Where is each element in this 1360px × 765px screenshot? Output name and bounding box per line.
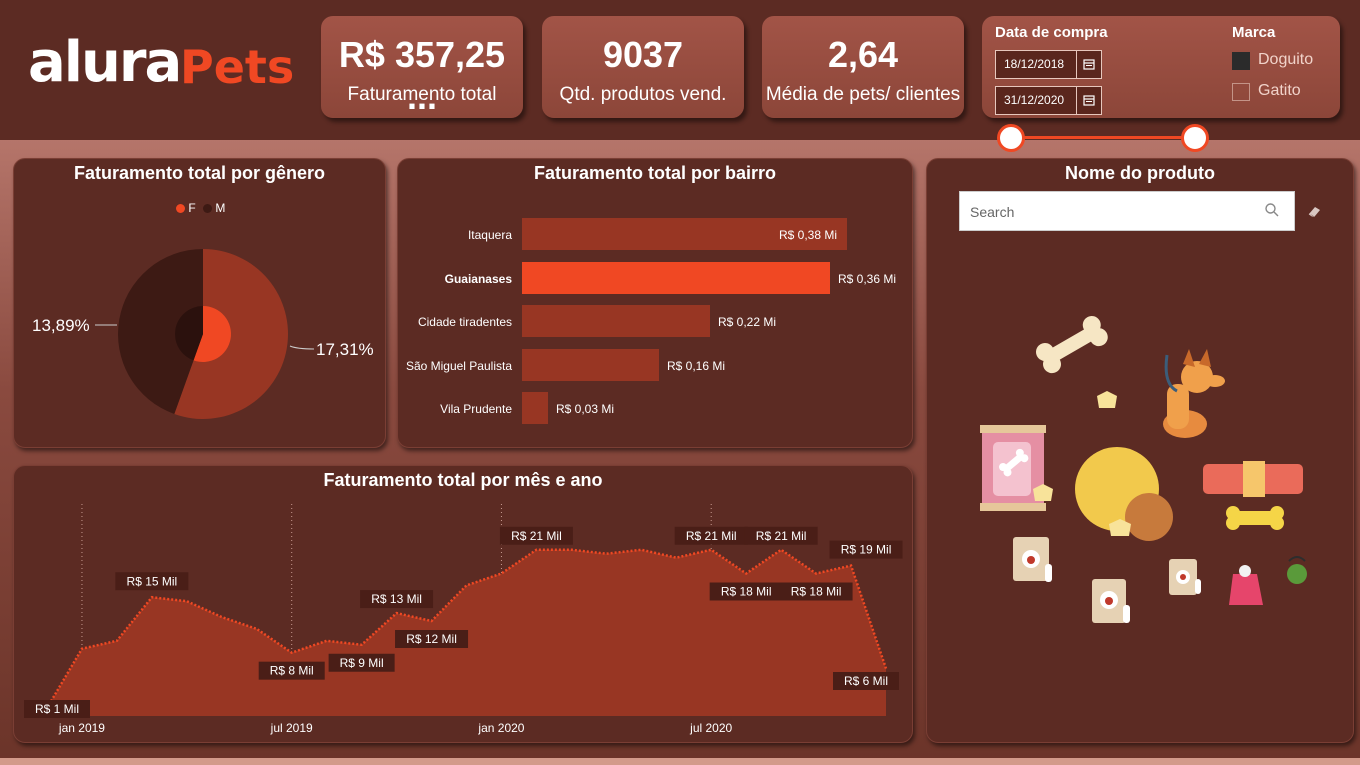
date-start-input[interactable]: 18/12/2018 — [995, 50, 1102, 79]
data-label: R$ 8 Mil — [270, 664, 314, 678]
bone-icon[interactable] — [1033, 313, 1111, 377]
kpi-media-pets: 2,64 Média de pets/ clientes — [762, 16, 964, 118]
bairro-label: Vila Prudente — [440, 402, 512, 416]
kpi-value: 2,64 — [827, 34, 899, 75]
logo-word-alura: alura — [28, 30, 182, 95]
checkbox-gatito-label[interactable]: Gatito — [1258, 82, 1301, 100]
data-label: R$ 1 Mil — [35, 702, 79, 716]
spiky-ball-icon[interactable] — [1075, 447, 1173, 541]
filter-card: Data de compra 18/12/2018 31/12/2020 Mar… — [982, 16, 1340, 118]
gender-chart-card: Faturamento total por gênero F M 13,89% … — [13, 158, 386, 448]
kpi-label: Qtd. produtos vend. — [559, 84, 727, 105]
bairro-bar[interactable] — [522, 349, 659, 381]
checkbox-doguito[interactable] — [1232, 52, 1250, 70]
bairro-label: Guaianases — [444, 272, 512, 286]
calendar-icon[interactable] — [1076, 51, 1101, 78]
bairro-bar[interactable] — [522, 392, 548, 424]
bairro-value-label: R$ 0,03 Mi — [556, 402, 615, 416]
brand-tag-icon — [1097, 391, 1117, 408]
dog-leash-icon[interactable] — [1163, 349, 1225, 438]
date-end-value: 31/12/2020 — [1004, 93, 1065, 107]
pie-label-m: 13,89% — [32, 316, 90, 335]
month-chart-card: Faturamento total por mês e ano jan 2019… — [13, 465, 913, 743]
bairro-bar[interactable] — [522, 305, 710, 337]
bairro-label: Cidade tiradentes — [417, 315, 512, 329]
bairro-label: Itaquera — [467, 228, 512, 242]
data-label: R$ 18 Mil — [721, 585, 772, 599]
date-start-value: 18/12/2018 — [1004, 57, 1065, 71]
pet-coat-icon[interactable] — [1229, 565, 1263, 605]
gender-pie-svg: 13,89% 17,31% — [32, 249, 374, 419]
small-food-bag-icon[interactable] — [1169, 559, 1201, 595]
x-tick-label: jul 2020 — [689, 721, 732, 735]
data-label: R$ 6 Mil — [844, 674, 888, 688]
bairro-chart-title: Faturamento total por bairro — [533, 163, 776, 183]
bairro-bar[interactable] — [522, 262, 830, 294]
month-area-svg: jan 2019 jul 2019 jan 2020 jul 2020 R$ 1 Mil… — [24, 504, 903, 735]
kpi-value: 9037 — [602, 34, 684, 75]
data-label: R$ 21 Mil — [511, 529, 562, 543]
date-slider-track[interactable] — [1010, 136, 1195, 139]
small-food-bag-icon[interactable] — [1092, 579, 1130, 623]
bottom-border — [0, 758, 1360, 765]
kpi-qtd-produtos: 9037 Qtd. produtos vend. — [542, 16, 744, 118]
x-tick-label: jul 2019 — [270, 721, 313, 735]
data-label: R$ 9 Mil — [340, 656, 384, 670]
date-end-input[interactable]: 31/12/2020 — [995, 86, 1102, 115]
checkbox-gatito[interactable] — [1232, 83, 1250, 101]
calendar-icon[interactable] — [1076, 87, 1101, 114]
data-label: R$ 19 Mil — [841, 543, 892, 557]
bairro-value-label: R$ 0,36 Mi — [838, 272, 897, 286]
bairro-label: São Miguel Paulista — [405, 359, 512, 373]
data-label: R$ 18 Mil — [791, 585, 842, 599]
data-label: R$ 21 Mil — [756, 529, 807, 543]
data-label: R$ 15 Mil — [127, 574, 178, 588]
bairro-chart-card: Faturamento total por bairro Itaquera R$ … — [397, 158, 913, 448]
bairro-value-label: R$ 0,16 Mi — [667, 359, 726, 373]
collar-icon[interactable] — [1203, 461, 1303, 530]
dog-food-bag-icon[interactable] — [980, 425, 1053, 511]
alura-pets-logo: alura Pets — [28, 30, 308, 110]
x-tick-label: jan 2019 — [58, 721, 105, 735]
date-slider-start-handle[interactable] — [997, 124, 1025, 152]
bairro-value-label: R$ 0,38 Mi — [779, 228, 838, 242]
date-filter-title: Data de compra — [995, 24, 1108, 41]
logo-word-pets: Pets — [180, 40, 295, 94]
brand-filter-title: Marca — [1232, 24, 1276, 41]
product-panel-card: Nome do produto Search — [926, 158, 1354, 743]
pie-label-f: 17,31% — [316, 340, 374, 359]
data-label: R$ 13 Mil — [371, 592, 422, 606]
product-illustrations — [980, 313, 1307, 623]
kpi-label: Faturamento total — [347, 84, 497, 105]
date-slider-end-handle[interactable] — [1181, 124, 1209, 152]
green-ornament-icon[interactable] — [1287, 556, 1307, 584]
x-tick-label: jan 2020 — [477, 721, 524, 735]
bairro-value-label: R$ 0,22 Mi — [718, 315, 777, 329]
small-food-bag-icon[interactable] — [1013, 537, 1052, 582]
checkbox-doguito-label[interactable]: Doguito — [1258, 51, 1313, 69]
kpi-label: Média de pets/ clientes — [765, 84, 961, 105]
data-label: R$ 21 Mil — [686, 529, 737, 543]
data-label: R$ 12 Mil — [406, 632, 457, 646]
kpi-faturamento-total: R$ 357,25 ... Faturamento total — [321, 16, 523, 118]
